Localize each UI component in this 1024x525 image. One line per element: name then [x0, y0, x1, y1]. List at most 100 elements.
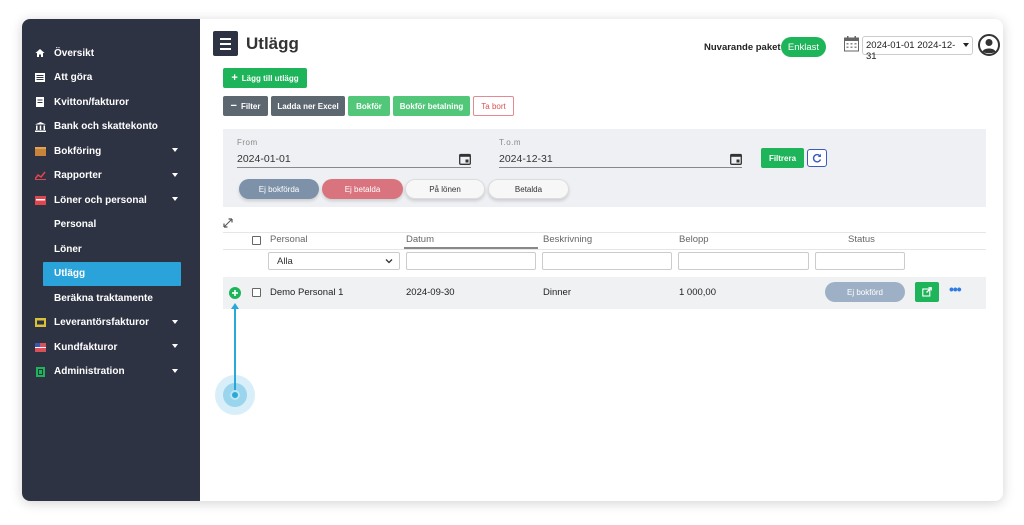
app-window: Översikt Att göra Kvitton/fakturor Bank … — [22, 19, 1003, 501]
home-icon — [34, 47, 46, 59]
sidebar-item-personal[interactable]: Personal — [22, 213, 200, 238]
sidebar-item-label: Löner — [54, 243, 82, 255]
book-icon — [34, 145, 46, 157]
sidebar-item-administration[interactable]: Administration — [22, 360, 200, 385]
add-expense-button[interactable]: + Lägg till utlägg — [223, 68, 307, 88]
sidebar-item-label: Kundfakturor — [54, 341, 118, 353]
cell-belopp: 1 000,00 — [679, 287, 716, 298]
date-range-select[interactable]: 2024-01-01 2024-12-31 — [862, 36, 973, 62]
sidebar-item-label: Att göra — [54, 72, 93, 84]
status-filter-input[interactable] — [815, 252, 905, 270]
chevron-down-icon — [172, 197, 178, 201]
supplier-icon — [34, 317, 46, 329]
select-all-checkbox[interactable] — [252, 236, 261, 245]
sidebar-item-loner-och-personal[interactable]: Löner och personal — [22, 188, 200, 213]
sidebar-item-utlagg[interactable]: Utlägg — [22, 261, 200, 286]
sidebar-item-label: Beräkna traktamente — [54, 292, 153, 304]
plus-icon: + — [231, 72, 238, 84]
from-date-value: 2024-01-01 — [237, 153, 291, 165]
sidebar-item-label: Löner och personal — [54, 194, 147, 206]
chevron-down-icon — [385, 257, 393, 268]
minus-icon: − — [230, 100, 237, 112]
column-header-beskrivning[interactable]: Beskrivning — [543, 234, 592, 245]
sidebar-item-label: Översikt — [54, 47, 95, 59]
sidebar-item-label: Kvitton/fakturor — [54, 96, 129, 108]
from-date-input[interactable]: 2024-01-01 — [237, 151, 471, 168]
chevron-down-icon — [172, 368, 178, 373]
calendar-icon — [844, 36, 859, 52]
expand-row-icon[interactable] — [229, 287, 241, 299]
sidebar-item-label: Utlägg — [54, 268, 86, 280]
date-range-value: 2024-01-01 2024-12-31 — [866, 40, 956, 62]
download-excel-button[interactable]: Ladda ner Excel — [271, 96, 345, 116]
sidebar-item-label: Rapporter — [54, 170, 102, 182]
cell-beskrivning: Dinner — [543, 287, 571, 298]
sidebar-item-label: Leverantörsfakturor — [54, 317, 150, 329]
cell-datum: 2024-09-30 — [406, 287, 455, 298]
sidebar-item-bokforing[interactable]: Bokföring — [22, 139, 200, 164]
to-label: T.o.m — [499, 138, 522, 147]
header-divider — [223, 249, 986, 250]
sidebar-item-loner[interactable]: Löner — [22, 237, 200, 262]
hamburger-menu-icon[interactable] — [213, 31, 238, 56]
receipt-icon — [34, 96, 46, 108]
table-top-border — [223, 232, 986, 233]
edit-button[interactable] — [915, 282, 939, 302]
calendar-icon[interactable] — [730, 153, 742, 165]
sidebar-item-leverantorsfakturor[interactable]: Leverantörsfakturor — [22, 311, 200, 336]
pill-on-salary[interactable]: På lönen — [405, 179, 485, 199]
pointer-arrow-icon — [231, 303, 239, 309]
add-expense-label: Lägg till utlägg — [241, 73, 299, 83]
column-header-belopp[interactable]: Belopp — [679, 234, 709, 245]
chevron-down-icon — [172, 344, 178, 348]
pill-not-booked[interactable]: Ej bokförda — [239, 179, 319, 199]
sidebar-item-label: Administration — [54, 366, 125, 378]
book-button[interactable]: Bokför — [348, 96, 390, 116]
chevron-down-icon — [172, 172, 178, 177]
delete-button[interactable]: Ta bort — [473, 96, 514, 116]
package-label: Nuvarande paket — [704, 42, 781, 53]
book-payment-button[interactable]: Bokför betalning — [393, 96, 470, 116]
sidebar-item-label: Personal — [54, 219, 97, 231]
page-title: Utlägg — [246, 34, 299, 53]
sidebar-item-bank[interactable]: Bank och skattekonto — [22, 115, 200, 140]
from-label: From — [237, 138, 258, 147]
to-date-value: 2024-12-31 — [499, 153, 553, 165]
chevron-down-icon — [172, 148, 178, 152]
sidebar-item-label: Bokföring — [54, 145, 102, 157]
filter-button[interactable]: − Filter — [223, 96, 268, 116]
sidebar-item-rapporter[interactable]: Rapporter — [22, 164, 200, 189]
user-avatar-icon[interactable] — [978, 34, 1000, 56]
more-options-icon[interactable]: ••• — [949, 282, 962, 296]
refresh-icon[interactable] — [807, 149, 827, 167]
amount-filter-input[interactable] — [678, 252, 809, 270]
pill-not-paid[interactable]: Ej betalda — [322, 179, 403, 199]
row-checkbox[interactable] — [252, 288, 261, 297]
date-filter-input[interactable] — [406, 252, 536, 270]
list-icon — [34, 72, 46, 84]
calendar-icon[interactable] — [459, 153, 471, 165]
pill-paid[interactable]: Betalda — [488, 179, 569, 199]
chart-icon — [34, 170, 46, 182]
payroll-icon — [34, 194, 46, 206]
sidebar-item-kundfakturor[interactable]: Kundfakturor — [22, 335, 200, 360]
expand-icon[interactable] — [223, 218, 233, 228]
to-date-input[interactable]: 2024-12-31 — [499, 151, 742, 168]
sidebar-item-label: Bank och skattekonto — [54, 121, 158, 133]
sidebar-item-kvitton[interactable]: Kvitton/fakturor — [22, 90, 200, 115]
cell-personal: Demo Personal 1 — [270, 287, 344, 298]
sidebar-item-berakna-traktamente[interactable]: Beräkna traktamente — [22, 286, 200, 311]
column-header-datum[interactable]: Datum — [406, 234, 434, 245]
personal-filter-select[interactable]: Alla — [268, 252, 400, 270]
sidebar-item-oversikt[interactable]: Översikt — [22, 41, 200, 66]
edit-icon — [922, 287, 932, 297]
description-filter-input[interactable] — [542, 252, 672, 270]
chevron-down-icon — [963, 43, 969, 47]
table-row[interactable]: Demo Personal 1 2024-09-30 Dinner 1 000,… — [223, 277, 986, 309]
column-header-status[interactable]: Status — [848, 234, 875, 245]
sidebar-item-att-gora[interactable]: Att göra — [22, 66, 200, 91]
column-header-personal[interactable]: Personal — [270, 234, 308, 245]
apply-filter-button[interactable]: Filtrera — [761, 148, 804, 168]
package-badge[interactable]: Enklast — [781, 37, 826, 57]
status-badge[interactable]: Ej bokförd — [825, 282, 905, 302]
